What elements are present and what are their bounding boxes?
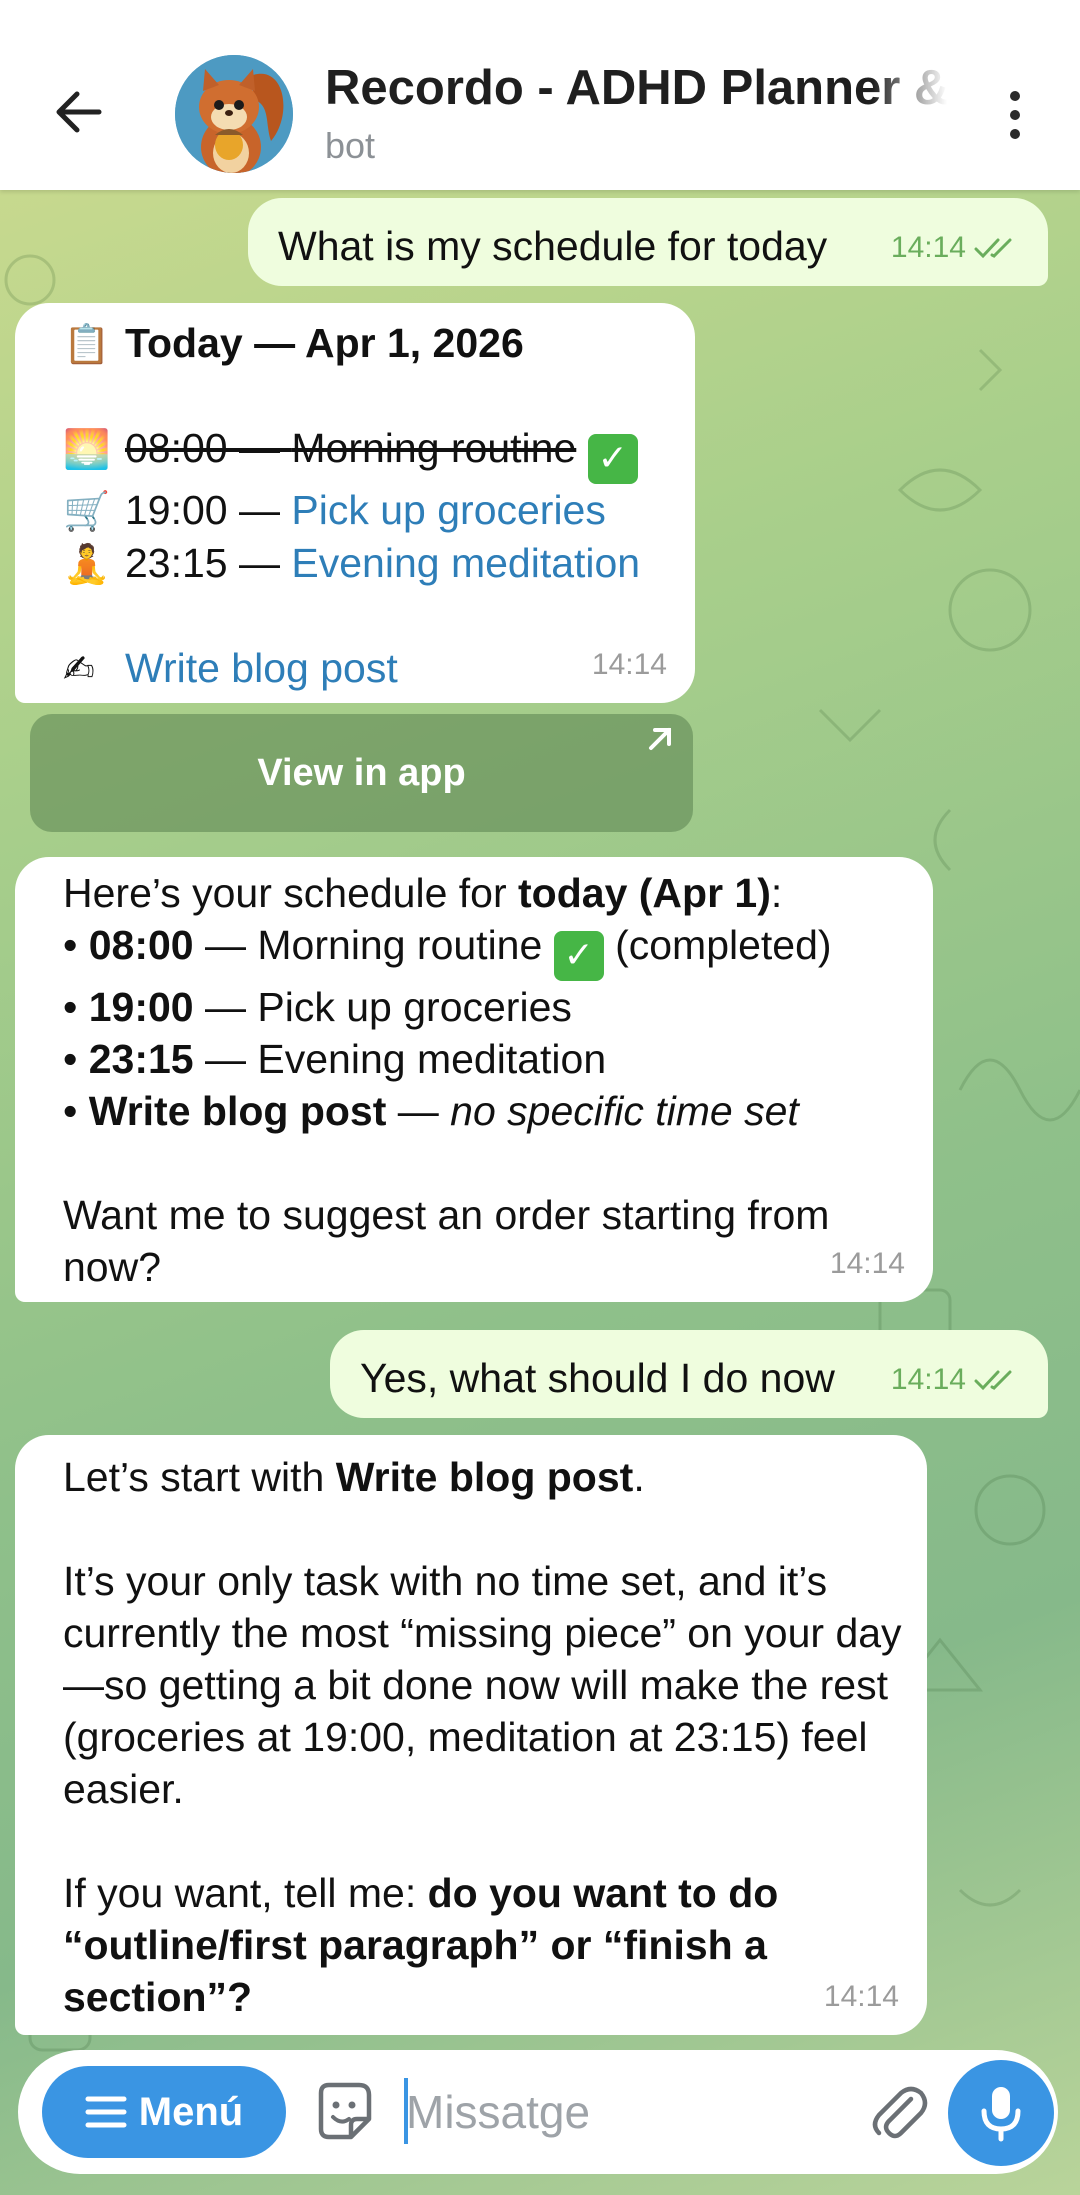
summary-line: • 19:00 — Pick up groceries [63, 984, 572, 1030]
incoming-message-schedule[interactable]: 📋 Today — Apr 1, 2026 🌅 08:00 — Morning ro… [15, 303, 695, 703]
bot-avatar[interactable] [175, 55, 293, 173]
message-time: 14:14 [591, 648, 667, 681]
chat-area[interactable]: What is my schedule for today 14:14 📋 Tod… [0, 190, 1080, 2195]
clipboard-icon: 📋 [63, 322, 111, 366]
message-time: 14:14 [823, 1980, 899, 2013]
done-check-icon: ✓ [587, 434, 638, 484]
back-arrow-icon[interactable] [38, 72, 118, 152]
hamburger-icon [85, 2096, 127, 2128]
schedule-item: 🛒 19:00 — Pick up groceries [63, 484, 665, 537]
schedule-heading: 📋 Today — Apr 1, 2026 [63, 317, 665, 370]
incoming-message-suggestion[interactable]: Let’s start with Write blog post. It’s y… [15, 1435, 927, 2035]
message-meta: 14:14 [592, 639, 667, 691]
schedule-item-untimed: ✍ Write blog post [63, 642, 665, 695]
message-meta: 14:14 [830, 1238, 905, 1290]
message-meta: 14:14 [891, 222, 1020, 274]
task-link-groceries[interactable]: Pick up groceries [291, 487, 605, 533]
message-text: What is my schedule for today [278, 223, 828, 269]
message-meta: 14:14 [891, 1354, 1020, 1406]
bot-menu-button[interactable]: Menú [42, 2066, 286, 2158]
summary-intro: Here’s your schedule for today (Apr 1): [63, 870, 783, 916]
summary-question: Want me to suggest an order starting fro… [63, 1192, 830, 1290]
summary-line: • 08:00 — Morning routine ✓ (completed) [63, 919, 903, 981]
more-options-icon[interactable] [990, 80, 1040, 150]
cart-icon: 🛒 [63, 489, 111, 533]
summary-line: • 23:15 — Evening meditation [63, 1036, 607, 1082]
message-composer: Menú [18, 2050, 1058, 2174]
view-in-app-button[interactable]: View in app [30, 714, 693, 832]
task-morning-routine: Morning routine [291, 425, 577, 471]
chat-title[interactable]: Recordo - ADHD Planner & Notes [325, 60, 947, 116]
open-external-icon [649, 728, 671, 750]
task-link-blog-post[interactable]: Write blog post [125, 645, 398, 691]
meditation-icon: 🧘 [63, 542, 111, 586]
message-meta: 14:14 [824, 1971, 899, 2023]
done-check-icon: ✓ [553, 931, 604, 981]
schedule-item: 🌅 08:00 — Morning routine ✓ [63, 422, 665, 484]
outgoing-message[interactable]: What is my schedule for today 14:14 [248, 198, 1048, 286]
suggestion-intro: Let’s start with Write blog post. [63, 1454, 645, 1500]
message-time: 14:14 [829, 1247, 905, 1280]
summary-line: • Write blog post — no specific time set [63, 1088, 799, 1134]
double-check-icon [974, 238, 1012, 259]
chat-header: Recordo - ADHD Planner & Notes bot [0, 0, 1080, 190]
suggestion-reason: It’s your only task with no time set, an… [63, 1558, 902, 1812]
sunrise-icon: 🌅 [63, 427, 111, 471]
suggestion-question: If you want, tell me: do you want to do … [63, 1870, 779, 2020]
message-text: Yes, what should I do now [360, 1355, 835, 1401]
double-check-icon [974, 1370, 1012, 1391]
message-time: 14:14 [890, 231, 966, 264]
schedule-title: Today — Apr 1, 2026 [125, 320, 524, 366]
message-input[interactable] [406, 2074, 846, 2150]
outgoing-message[interactable]: Yes, what should I do now 14:14 [330, 1330, 1048, 1418]
schedule-item: 🧘 23:15 — Evening meditation [63, 537, 665, 590]
incoming-message-summary[interactable]: Here’s your schedule for today (Apr 1): … [15, 857, 933, 1302]
paperclip-icon[interactable] [852, 2066, 944, 2158]
menu-label: Menú [138, 2089, 244, 2134]
chat-subtitle: bot [325, 125, 376, 166]
writing-hand-icon: ✍ [63, 647, 95, 691]
task-link-meditation[interactable]: Evening meditation [291, 540, 640, 586]
microphone-icon[interactable] [948, 2060, 1054, 2166]
message-time: 14:14 [890, 1363, 966, 1396]
sticker-icon[interactable] [298, 2066, 390, 2158]
